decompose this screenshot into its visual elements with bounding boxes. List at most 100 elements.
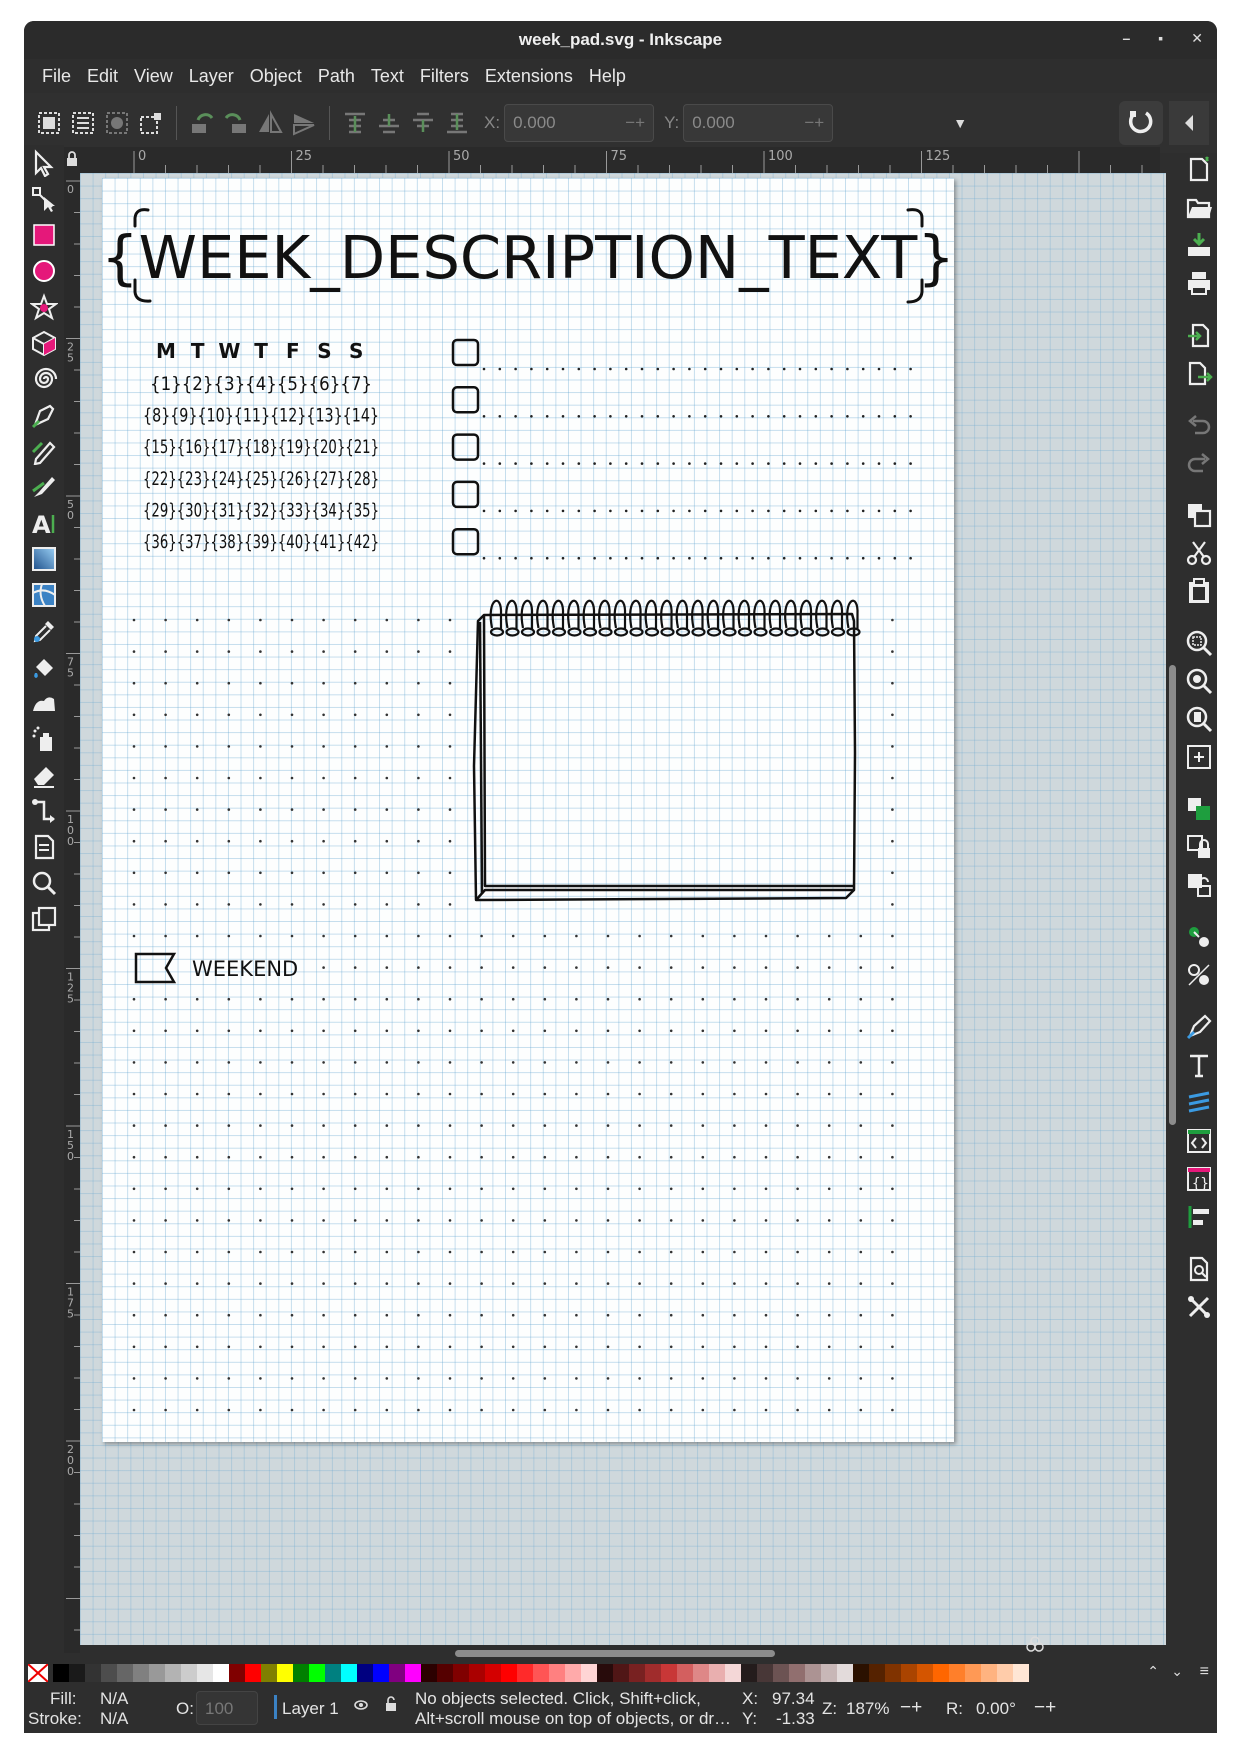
- import-icon[interactable]: [1183, 319, 1215, 351]
- preferences-icon[interactable]: [1183, 1291, 1215, 1323]
- select-all-icon[interactable]: [32, 106, 66, 140]
- color-swatch[interactable]: [757, 1664, 773, 1682]
- todo-checkbox[interactable]: [451, 480, 480, 509]
- calligraphy-tool-icon[interactable]: [28, 471, 60, 503]
- menu-file[interactable]: File: [34, 66, 79, 87]
- color-swatch[interactable]: [581, 1664, 597, 1682]
- color-swatch[interactable]: [613, 1664, 629, 1682]
- rotation-spin[interactable]: −+: [1034, 1697, 1056, 1719]
- color-swatch[interactable]: [197, 1664, 213, 1682]
- raise-icon[interactable]: [372, 106, 406, 140]
- menu-extensions[interactable]: Extensions: [477, 66, 581, 87]
- color-swatch[interactable]: [853, 1664, 869, 1682]
- ellipse-tool-icon[interactable]: [28, 255, 60, 287]
- text-tool-icon[interactable]: A: [28, 507, 60, 539]
- color-swatch[interactable]: [53, 1664, 69, 1682]
- new-document-icon[interactable]: [1183, 153, 1215, 185]
- invert-selection-icon[interactable]: [100, 106, 134, 140]
- canvas[interactable]: {WEEK_DESCRIPTION_TEXT} MTWTFSS {1}{2}{3…: [80, 173, 1166, 1645]
- minimize-button[interactable]: –: [1123, 30, 1131, 47]
- zoom-selection-icon[interactable]: [1183, 627, 1215, 659]
- color-swatch[interactable]: [117, 1664, 133, 1682]
- connector-tool-icon[interactable]: [28, 795, 60, 827]
- fill-value[interactable]: N/A: [100, 1689, 128, 1709]
- color-swatch[interactable]: [245, 1664, 261, 1682]
- stroke-value[interactable]: N/A: [100, 1709, 128, 1729]
- color-swatch[interactable]: [293, 1664, 309, 1682]
- spiral-tool-icon[interactable]: [28, 363, 60, 395]
- zoom-spin[interactable]: −+: [900, 1697, 922, 1719]
- calendar-row[interactable]: {29}{30}{31}{32}{33}{34}{35}: [143, 499, 379, 521]
- calendar-row[interactable]: {1}{2}{3}{4}{5}{6}{7}: [150, 373, 372, 395]
- color-swatch[interactable]: [1013, 1664, 1029, 1682]
- palette-scroll-down-icon[interactable]: ⌄: [1171, 1663, 1183, 1680]
- group-icon[interactable]: [1183, 793, 1215, 825]
- color-swatch[interactable]: [405, 1664, 421, 1682]
- color-swatch[interactable]: [437, 1664, 453, 1682]
- css-selectors-icon[interactable]: {}: [1183, 1163, 1215, 1195]
- xml-editor-icon[interactable]: [1183, 1125, 1215, 1157]
- color-management-icon[interactable]: [1026, 1635, 1044, 1658]
- deselect-icon[interactable]: [134, 106, 168, 140]
- horizontal-ruler[interactable]: 0 25 50 75 100 125: [80, 147, 1160, 173]
- menu-view[interactable]: View: [126, 66, 181, 87]
- document-properties-icon[interactable]: [1183, 1253, 1215, 1285]
- todo-checkbox[interactable]: [451, 527, 480, 556]
- 3d-box-tool-icon[interactable]: [28, 327, 60, 359]
- color-swatch[interactable]: [725, 1664, 741, 1682]
- guide-lock-icon[interactable]: [64, 147, 80, 173]
- print-icon[interactable]: [1183, 267, 1215, 299]
- color-swatch[interactable]: [325, 1664, 341, 1682]
- x-spin[interactable]: −+: [625, 113, 645, 133]
- color-swatch[interactable]: [869, 1664, 885, 1682]
- snap-popover-arrow-icon[interactable]: [1169, 101, 1209, 145]
- color-swatch[interactable]: [629, 1664, 645, 1682]
- calendar-row[interactable]: {22}{23}{24}{25}{26}{27}{28}: [143, 468, 379, 490]
- close-button[interactable]: ✕: [1191, 30, 1203, 47]
- color-swatch[interactable]: [917, 1664, 933, 1682]
- menu-layer[interactable]: Layer: [181, 66, 242, 87]
- rotate-cw-icon[interactable]: [219, 106, 253, 140]
- color-swatch[interactable]: [469, 1664, 485, 1682]
- layers-icon[interactable]: [1183, 1087, 1215, 1119]
- color-swatch[interactable]: [357, 1664, 373, 1682]
- color-swatch[interactable]: [837, 1664, 853, 1682]
- color-swatch[interactable]: [101, 1664, 117, 1682]
- color-swatch[interactable]: [533, 1664, 549, 1682]
- color-swatch[interactable]: [341, 1664, 357, 1682]
- tweak-tool-icon[interactable]: [28, 687, 60, 719]
- menu-filters[interactable]: Filters: [412, 66, 477, 87]
- menu-edit[interactable]: Edit: [79, 66, 126, 87]
- rotation-value[interactable]: 0.00°: [976, 1699, 1016, 1719]
- open-document-icon[interactable]: [1183, 191, 1215, 223]
- color-swatch[interactable]: [389, 1664, 405, 1682]
- horizontal-scrollbar[interactable]: [80, 1645, 1166, 1661]
- zoom-drawing-icon[interactable]: [1183, 665, 1215, 697]
- paste-icon[interactable]: [1183, 575, 1215, 607]
- y-input[interactable]: 0.000 −+: [683, 104, 834, 142]
- color-swatch[interactable]: [645, 1664, 661, 1682]
- color-swatch[interactable]: [373, 1664, 389, 1682]
- toolbar-overflow-chevron-icon[interactable]: ▼: [953, 115, 967, 131]
- rotate-ccw-icon[interactable]: [185, 106, 219, 140]
- flip-vertical-icon[interactable]: [287, 106, 321, 140]
- color-swatch[interactable]: [597, 1664, 613, 1682]
- color-swatch[interactable]: [773, 1664, 789, 1682]
- gradient-tool-icon[interactable]: [28, 543, 60, 575]
- color-swatch[interactable]: [213, 1664, 229, 1682]
- color-swatch[interactable]: [997, 1664, 1013, 1682]
- horizontal-scroll-thumb[interactable]: [455, 1650, 775, 1657]
- layer-visibility-icon[interactable]: [352, 1695, 370, 1718]
- eraser-tool-icon[interactable]: [28, 759, 60, 791]
- calendar-row[interactable]: {36}{37}{38}{39}{40}{41}{42}: [143, 531, 379, 553]
- menu-help[interactable]: Help: [581, 66, 634, 87]
- lock-object-icon[interactable]: [1183, 831, 1215, 863]
- layer-lock-icon[interactable]: [384, 1695, 398, 1718]
- duplicate-icon[interactable]: [1183, 499, 1215, 531]
- color-swatch[interactable]: [709, 1664, 725, 1682]
- text-font-icon[interactable]: [1183, 1049, 1215, 1081]
- select-all-layers-icon[interactable]: [66, 106, 100, 140]
- color-swatch[interactable]: [229, 1664, 245, 1682]
- pages-tool-icon[interactable]: [28, 831, 60, 863]
- undo-icon[interactable]: [1183, 409, 1215, 441]
